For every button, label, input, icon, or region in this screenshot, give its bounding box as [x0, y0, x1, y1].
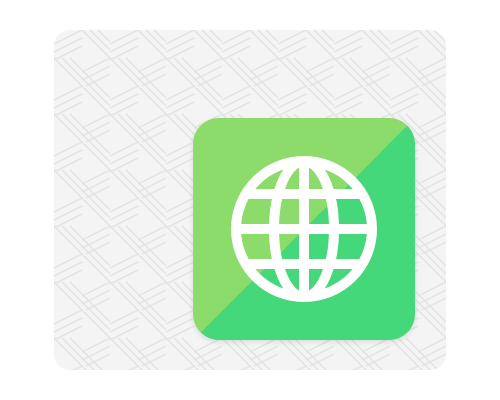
- icon-preview: [0, 0, 500, 400]
- globe-icon: [193, 118, 415, 340]
- globe-app-icon: [193, 118, 415, 340]
- pattern-card: [54, 30, 446, 370]
